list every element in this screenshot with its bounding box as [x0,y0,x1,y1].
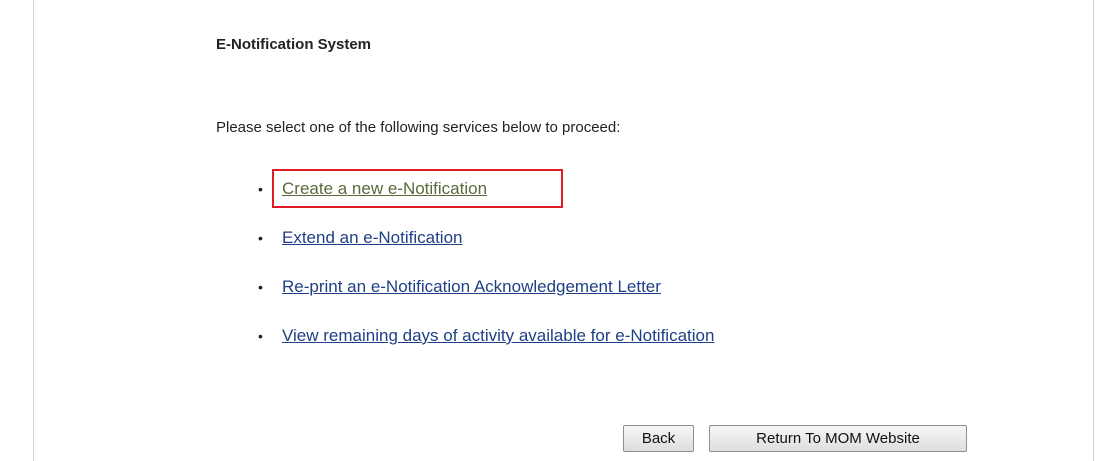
view-remaining-days-link[interactable]: View remaining days of activity availabl… [282,326,714,345]
intro-text: Please select one of the following servi… [216,119,621,136]
list-item: • Extend an e-Notification [258,226,714,275]
extend-e-notification-link[interactable]: Extend an e-Notification [282,228,463,247]
list-item: • Re-print an e-Notification Acknowledgem… [258,275,714,324]
bullet-icon: • [258,181,263,197]
list-item: • Create a new e-Notification [258,177,714,226]
back-button[interactable]: Back [623,425,694,452]
bullet-icon: • [258,230,263,246]
create-new-e-notification-link[interactable]: Create a new e-Notification [282,179,487,198]
list-item: • View remaining days of activity availab… [258,324,714,373]
service-list: • Create a new e-Notification • Extend an … [258,177,714,373]
reprint-acknowledgement-letter-link[interactable]: Re-print an e-Notification Acknowledgeme… [282,277,661,296]
bullet-icon: • [258,279,263,295]
bullet-icon: • [258,328,263,344]
page-title: E-Notification System [216,36,372,53]
return-to-mom-website-button[interactable]: Return To MOM Website [709,425,967,452]
